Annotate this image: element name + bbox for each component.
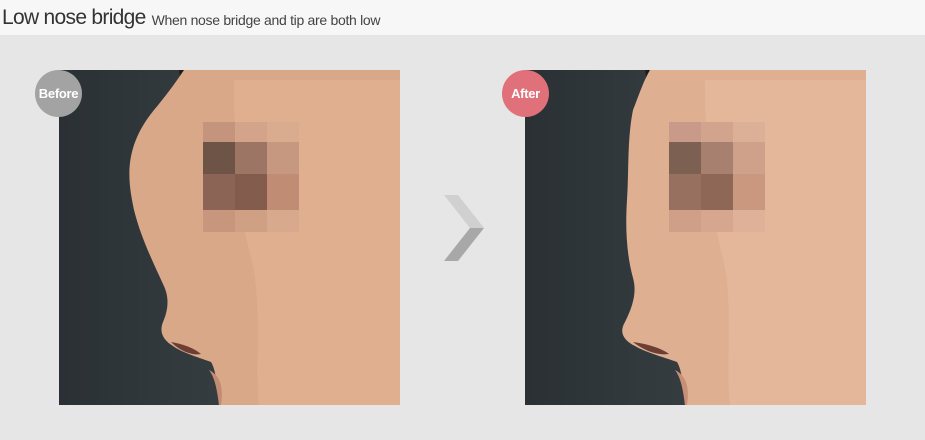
before-face-profile bbox=[129, 70, 400, 405]
after-photo bbox=[525, 70, 866, 405]
chevron-right-icon bbox=[440, 193, 486, 268]
page-header: Low nose bridge When nose bridge and tip… bbox=[0, 0, 925, 35]
before-badge: Before bbox=[35, 70, 82, 117]
after-face-profile bbox=[622, 70, 866, 405]
after-badge: After bbox=[502, 70, 549, 117]
before-photo bbox=[59, 70, 400, 405]
page-subtitle: When nose bridge and tip are both low bbox=[151, 11, 381, 28]
pixelated-eye-mask bbox=[669, 122, 765, 232]
page-title: Low nose bridge bbox=[2, 6, 146, 29]
pixelated-eye-mask bbox=[203, 122, 299, 232]
